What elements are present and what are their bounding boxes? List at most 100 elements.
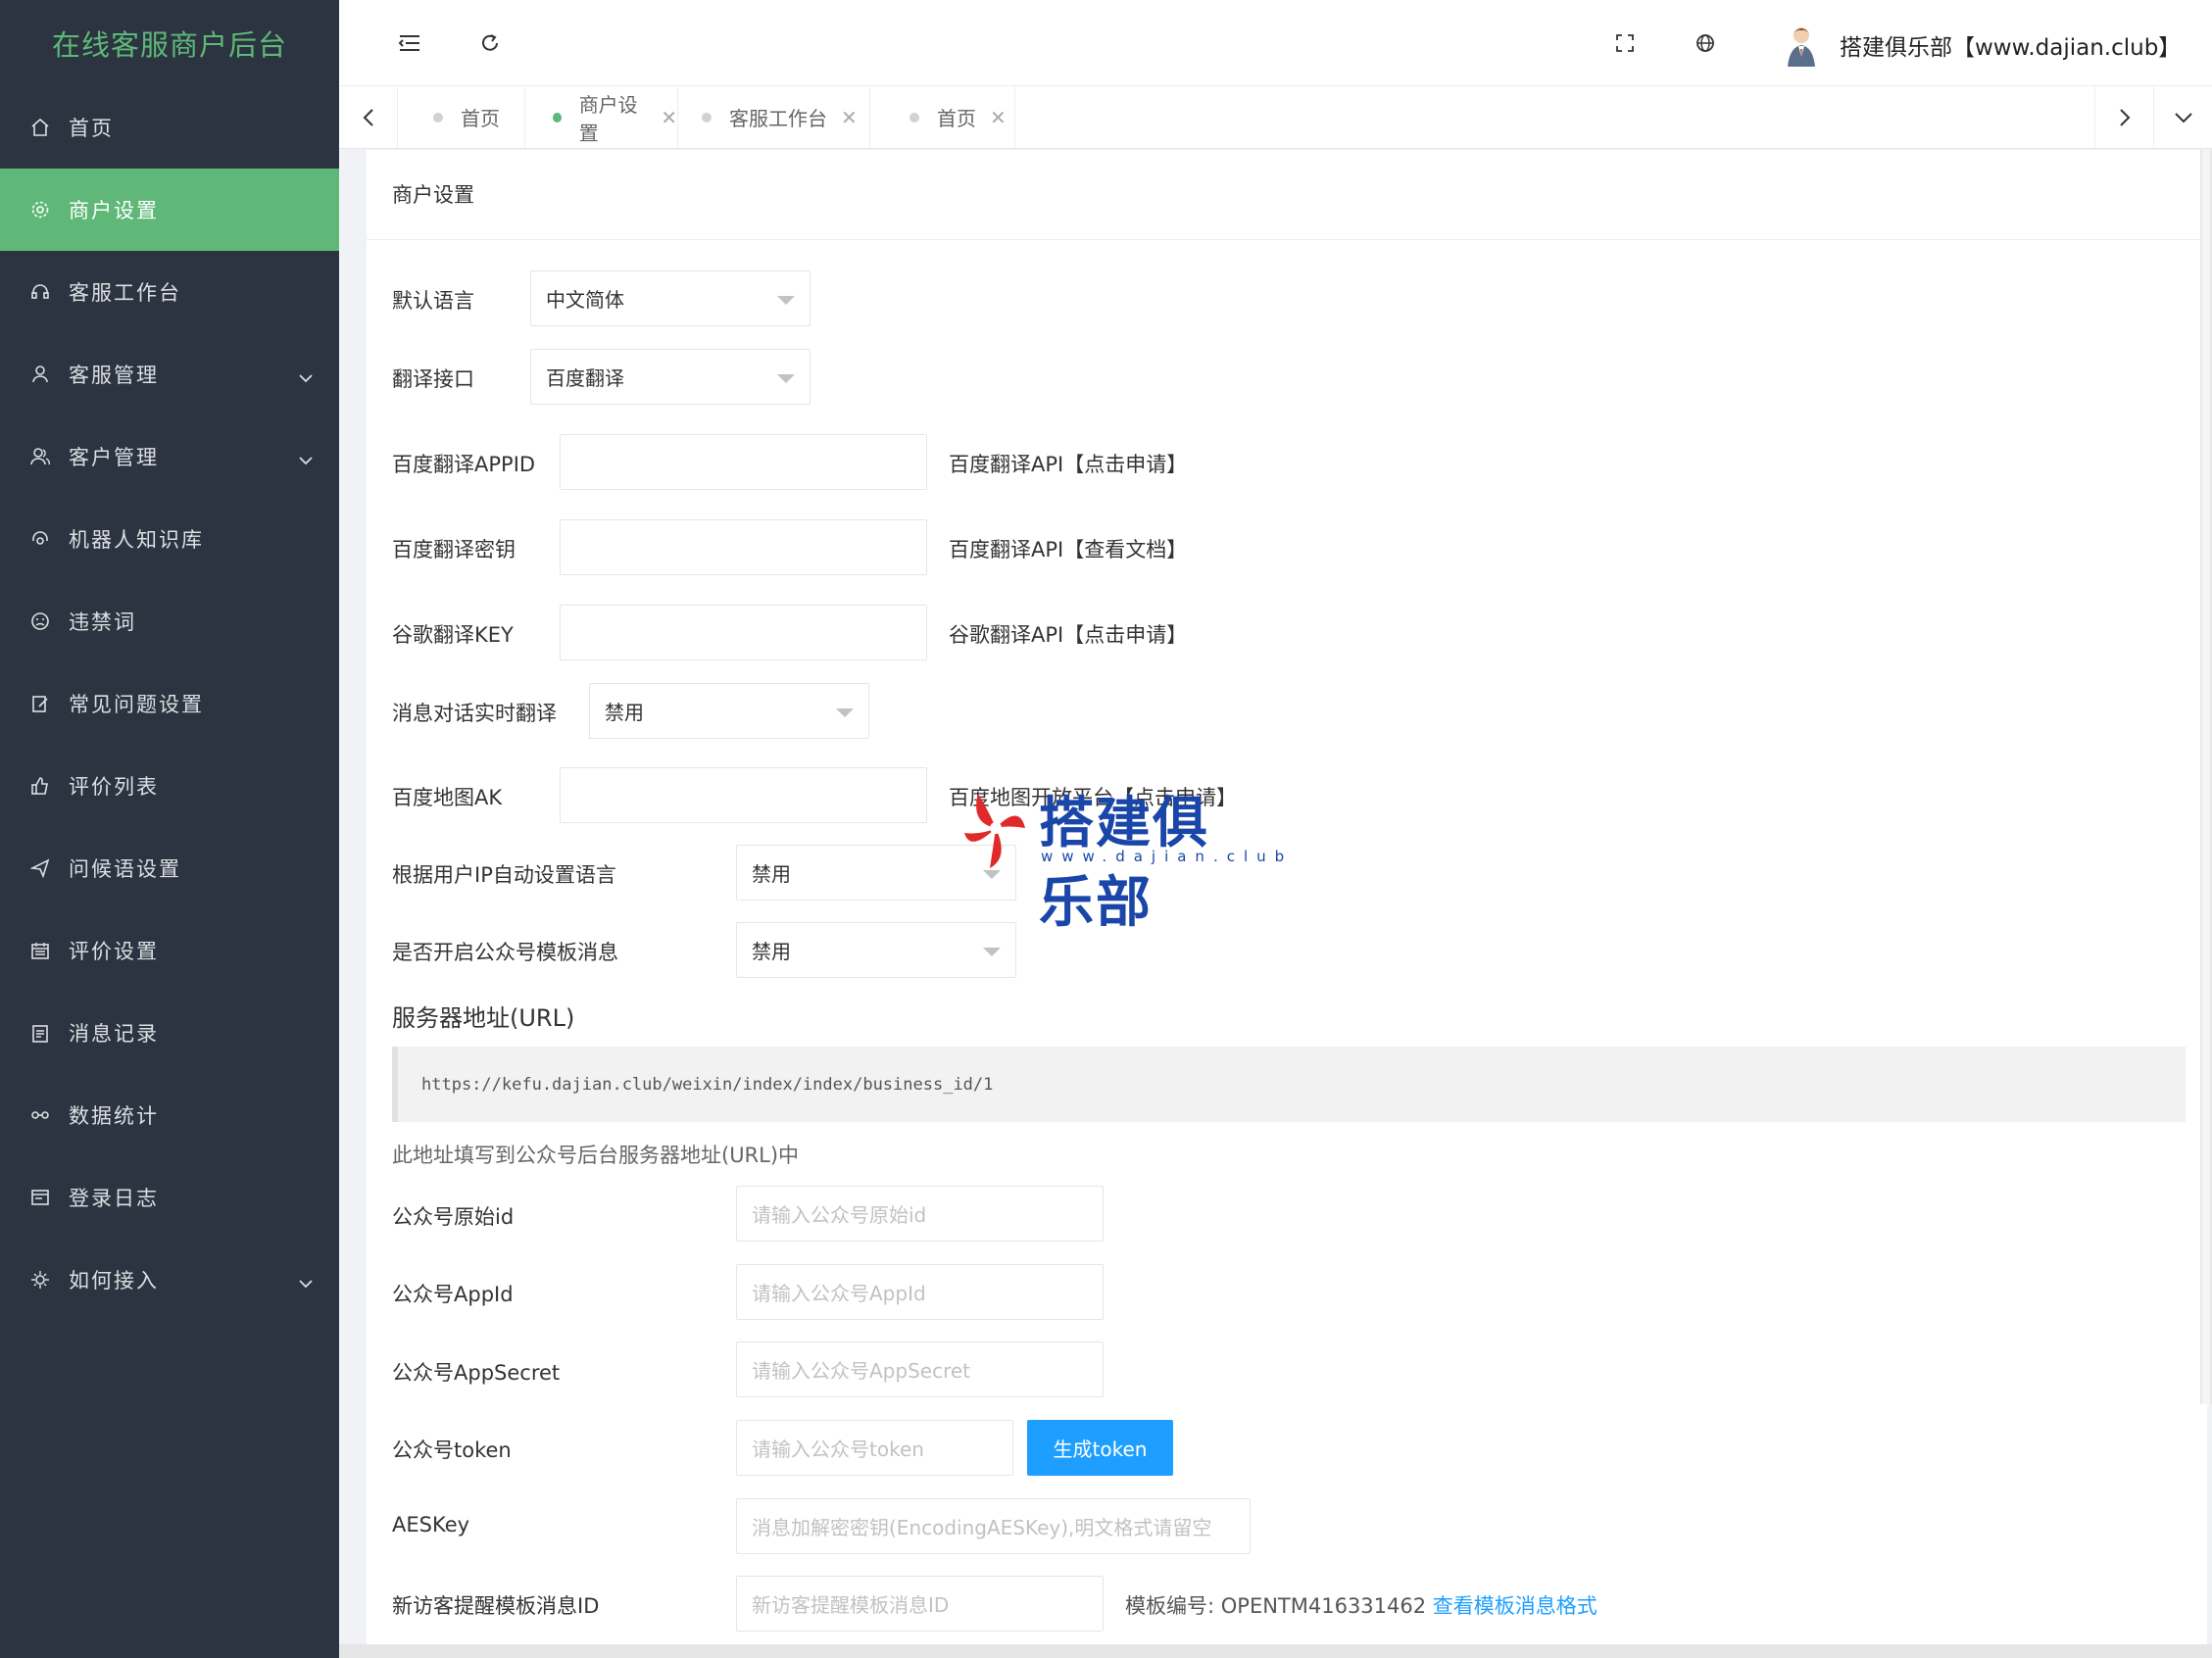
sidebar-item-greetings[interactable]: 问候语设置: [0, 827, 339, 909]
tabs-menu-button[interactable]: [2153, 86, 2212, 148]
sidebar-item-label: 评价设置: [69, 940, 159, 963]
tabs-scroll-right-button[interactable]: [2094, 86, 2153, 148]
sidebar-item-merchant-settings[interactable]: 商户设置: [0, 169, 339, 251]
mp-appsecret-input[interactable]: 请输入公众号AppSecret: [736, 1341, 1104, 1397]
google-key-input[interactable]: [560, 605, 927, 660]
template-number-text: 模板编号: OPENTM416331462 查看模板消息格式: [1125, 1590, 1598, 1620]
sidebar-item-label: 如何接入: [69, 1269, 159, 1292]
sidebar-item-statistics[interactable]: 数据统计: [0, 1074, 339, 1156]
sidebar-item-label: 客服管理: [69, 364, 159, 387]
user-name[interactable]: 搭建俱乐部【www.dajian.club】: [1840, 28, 2181, 62]
generate-token-button[interactable]: 生成token: [1027, 1420, 1173, 1476]
caret-down-icon: [777, 374, 795, 383]
watermark-logo-icon: [964, 794, 1025, 868]
mp-appsecret-label: 公众号AppSecret: [392, 1361, 561, 1385]
calendar-icon: [29, 940, 51, 961]
sidebar: 在线客服商户后台 首页 商户设置 客服工作台 客服管理 客户管理 机器人知识库: [0, 0, 339, 1658]
sidebar-item-reviews[interactable]: 评价列表: [0, 745, 339, 827]
clipboard-icon: [29, 1022, 51, 1044]
baidu-secret-input[interactable]: [560, 519, 927, 575]
tab-home-2[interactable]: 首页 ✕: [870, 86, 1015, 148]
sidebar-item-how-to-integrate[interactable]: 如何接入: [0, 1239, 339, 1321]
view-template-format-link[interactable]: 查看模板消息格式: [1433, 1594, 1598, 1618]
sidebar-item-workbench[interactable]: 客服工作台: [0, 251, 339, 333]
sidebar-item-faq-settings[interactable]: 常见问题设置: [0, 662, 339, 745]
thumb-up-icon: [29, 775, 51, 797]
sidebar-item-customer-management[interactable]: 客户管理: [0, 415, 339, 498]
baidu-secret-label: 百度翻译密钥: [392, 538, 516, 561]
translate-api-select[interactable]: 百度翻译: [530, 349, 811, 405]
google-apply-link[interactable]: 谷歌翻译API【点击申请】: [949, 619, 1187, 649]
avatar[interactable]: [1782, 24, 1821, 67]
mp-template-select[interactable]: 禁用: [736, 922, 1016, 978]
sidebar-item-label: 问候语设置: [69, 857, 181, 881]
server-url-code: https://kefu.dajian.club/weixin/index/in…: [392, 1047, 2186, 1122]
headset-icon: [29, 281, 51, 303]
mp-appid-input[interactable]: 请输入公众号AppId: [736, 1264, 1104, 1320]
caret-down-icon: [983, 948, 1001, 956]
robot-icon: [29, 528, 51, 550]
sidebar-item-label: 常见问题设置: [69, 693, 204, 716]
home-icon: [29, 117, 51, 138]
baidu-map-ak-label: 百度地图AK: [392, 786, 503, 809]
page-scrollbar[interactable]: [2200, 150, 2212, 1404]
watermark: 搭建俱乐部 www.dajian.club: [960, 779, 1284, 935]
select-value: 百度翻译: [546, 366, 624, 390]
close-icon[interactable]: ✕: [990, 106, 1007, 129]
realtime-translate-select[interactable]: 禁用: [589, 683, 869, 739]
visitor-template-input[interactable]: 新访客提醒模板消息ID: [736, 1576, 1104, 1632]
sidebar-item-login-log[interactable]: 登录日志: [0, 1156, 339, 1239]
baidu-docs-link[interactable]: 百度翻译API【查看文档】: [949, 534, 1187, 563]
app-title: 在线客服商户后台: [51, 28, 287, 62]
sidebar-item-label: 评价列表: [69, 775, 159, 799]
tab-home[interactable]: 首页: [398, 86, 525, 148]
tab-merchant-settings[interactable]: 商户设置 ✕: [525, 86, 678, 148]
sidebar-item-label: 首页: [69, 117, 114, 140]
tab-workbench[interactable]: 客服工作台 ✕: [678, 86, 870, 148]
page-title: 商户设置: [367, 150, 2207, 240]
fullscreen-icon[interactable]: [1609, 27, 1641, 59]
select-value: 禁用: [752, 940, 791, 963]
menu-toggle-icon[interactable]: [394, 27, 425, 59]
horizontal-scrollbar[interactable]: [339, 1644, 2212, 1658]
translate-api-label: 翻译接口: [392, 367, 474, 391]
chart-icon: [29, 1104, 51, 1126]
tab-label: 首页: [461, 107, 500, 130]
sidebar-item-banned-words[interactable]: 违禁词: [0, 580, 339, 662]
sidebar-item-label: 数据统计: [69, 1104, 159, 1128]
tab-dot: [909, 112, 919, 122]
users-icon: [29, 446, 51, 467]
close-icon[interactable]: ✕: [841, 106, 858, 129]
globe-icon[interactable]: [1690, 27, 1721, 59]
tabs-scroll-left-button[interactable]: [339, 86, 398, 148]
default-language-select[interactable]: 中文简体: [530, 270, 811, 326]
chevron-down-icon: [298, 447, 314, 470]
mp-original-id-label: 公众号原始id: [392, 1205, 515, 1229]
aeskey-input[interactable]: 消息加解密密钥(EncodingAESKey),明文格式请留空: [736, 1498, 1251, 1554]
baidu-appid-label: 百度翻译APPID: [392, 453, 536, 476]
tab-dot: [553, 112, 562, 122]
template-number: 模板编号: OPENTM416331462: [1125, 1594, 1433, 1618]
sidebar-item-label: 客户管理: [69, 446, 159, 469]
sidebar-item-message-log[interactable]: 消息记录: [0, 992, 339, 1074]
log-icon: [29, 1187, 51, 1208]
mp-token-input[interactable]: 请输入公众号token: [736, 1420, 1013, 1476]
select-value: 中文简体: [546, 288, 624, 312]
sidebar-item-home[interactable]: 首页: [0, 86, 339, 169]
close-icon[interactable]: ✕: [661, 106, 677, 129]
baidu-appid-input[interactable]: [560, 434, 927, 490]
top-header: 搭建俱乐部【www.dajian.club】: [339, 0, 2212, 86]
gear-icon: [29, 199, 51, 220]
baidu-appid-apply-link[interactable]: 百度翻译API【点击申请】: [949, 449, 1187, 478]
sidebar-item-label: 登录日志: [69, 1187, 159, 1210]
mp-original-id-input[interactable]: 请输入公众号原始id: [736, 1186, 1104, 1242]
chevron-down-icon: [298, 1270, 314, 1293]
sidebar-item-agent-management[interactable]: 客服管理: [0, 333, 339, 415]
scrollbar-thumb[interactable]: [2202, 150, 2210, 1404]
refresh-icon[interactable]: [474, 27, 506, 59]
sidebar-item-review-settings[interactable]: 评价设置: [0, 909, 339, 992]
server-url-title: 服务器地址(URL): [392, 1004, 575, 1032]
baidu-map-ak-input[interactable]: [560, 767, 927, 823]
sidebar-item-robot-kb[interactable]: 机器人知识库: [0, 498, 339, 580]
mp-token-label: 公众号token: [392, 1439, 512, 1462]
